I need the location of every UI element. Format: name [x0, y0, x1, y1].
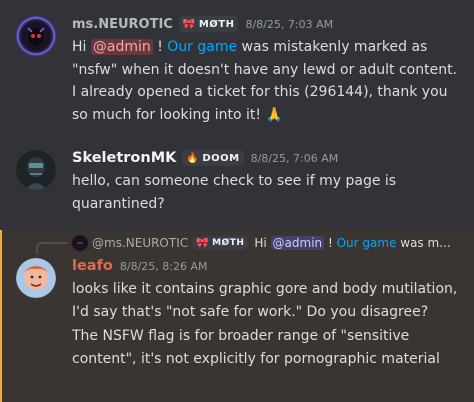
message-content: hello, can someone check to see if my pa…: [72, 170, 464, 215]
reply-text: Hi @admin ! Our game was m...: [254, 236, 451, 250]
timestamp: 8/8/25, 7:03 AM: [245, 17, 334, 31]
username[interactable]: leafo: [72, 258, 113, 274]
server-tag-label: DOOM: [202, 152, 240, 164]
reply-username[interactable]: @ms.NEUROTIC: [92, 236, 188, 250]
leafo-avatar-icon: [16, 258, 56, 298]
message-ms-neurotic: ms.NEUROTIC 🎀 MØTH 8/8/25, 7:03 AM Hi @a…: [0, 14, 474, 134]
text: was m: [396, 236, 440, 250]
message-skeletronmk: SkeletronMK 🔥 DOOM 8/8/25, 7:06 AM hello…: [0, 146, 474, 216]
timestamp: 8/8/25, 8:26 AM: [119, 259, 208, 273]
admin-mention[interactable]: @admin: [90, 39, 153, 55]
ellipsis: ...: [439, 236, 451, 250]
message-content: Hi @admin ! Our game was mistakenly mark…: [72, 36, 464, 126]
server-tag[interactable]: 🎀 MØTH: [178, 16, 239, 32]
username[interactable]: SkeletronMK: [72, 150, 176, 166]
message-line: The NSFW flag is for broader range of "s…: [72, 328, 440, 367]
reply-tag-label: MØTH: [212, 238, 245, 248]
reply-connector: [36, 242, 68, 254]
pray-emoji-icon: 🙏: [265, 106, 283, 123]
neurotic-mini-avatar-icon: [72, 235, 88, 251]
message-content: looks like it contains graphic gore and …: [72, 278, 464, 370]
avatar-ms-neurotic[interactable]: [16, 16, 56, 56]
our-game-link[interactable]: Our game: [167, 39, 237, 55]
bow-icon: 🎀: [196, 237, 210, 249]
reply-admin-mention: @admin: [270, 236, 325, 250]
skeleton-avatar-icon: [16, 150, 56, 190]
text: !: [324, 236, 337, 250]
server-tag[interactable]: 🔥 DOOM: [182, 150, 244, 166]
timestamp: 8/8/25, 7:06 AM: [250, 151, 339, 165]
reply-avatar: [72, 235, 88, 251]
reply-our-game-link: Our game: [336, 236, 397, 250]
message-line: looks like it contains graphic gore and …: [72, 281, 458, 320]
message-text: hello, can someone check to see if my pa…: [72, 173, 397, 212]
fire-icon: 🔥: [186, 152, 200, 164]
reply-preview[interactable]: @ms.NEUROTIC 🎀 MØTH Hi @admin ! Our game…: [72, 234, 468, 252]
reply-server-tag: 🎀 MØTH: [192, 236, 249, 250]
avatar-skeletronmk[interactable]: [16, 150, 56, 190]
neurotic-avatar-icon: [16, 16, 56, 56]
text: Hi: [72, 39, 91, 55]
server-tag-label: MØTH: [198, 18, 235, 30]
text: !: [152, 39, 168, 55]
username[interactable]: ms.NEUROTIC: [72, 17, 173, 32]
text: Hi: [254, 236, 271, 250]
message-leafo: leafo 8/8/25, 8:26 AM looks like it cont…: [0, 256, 474, 402]
bow-icon: 🎀: [182, 18, 196, 30]
avatar-leafo[interactable]: [16, 258, 56, 298]
